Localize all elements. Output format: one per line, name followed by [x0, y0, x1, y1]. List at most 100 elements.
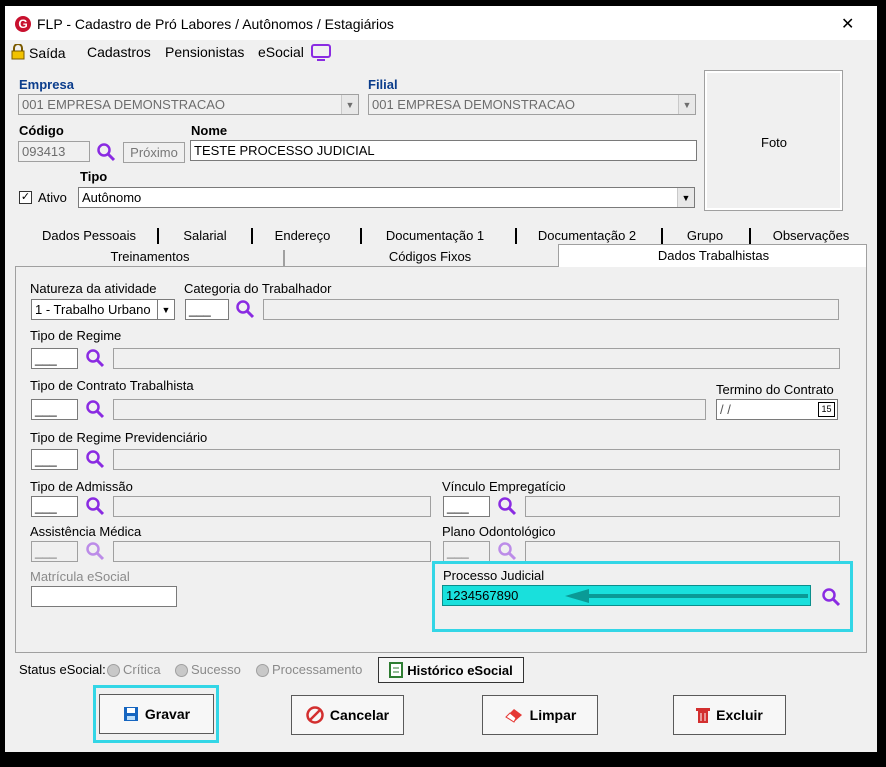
chevron-down-icon[interactable]: ▼ — [341, 95, 358, 114]
natureza-select[interactable]: 1 - Trabalho Urbano ▼ — [31, 299, 175, 320]
vinculo-code-field[interactable]: ___ — [443, 496, 490, 517]
search-icon[interactable] — [85, 399, 105, 419]
limpar-button[interactable]: Limpar — [482, 695, 598, 735]
radio-icon — [107, 664, 120, 678]
cancel-icon — [306, 706, 324, 724]
proximo-button[interactable]: Próximo — [123, 142, 185, 163]
search-icon[interactable] — [497, 541, 517, 561]
categoria-label: Categoria do Trabalhador — [184, 281, 332, 296]
arrow-left-icon — [565, 589, 808, 603]
previdenciario-label: Tipo de Regime Previdenciário — [30, 430, 208, 445]
photo-frame[interactable]: Foto — [704, 70, 843, 211]
tab-strip-2: Treinamentos Códigos Fixos Dados Trabalh… — [15, 244, 867, 269]
title-bar: G FLP - Cadastro de Pró Labores / Autôno… — [5, 6, 877, 40]
assistencia-desc-field — [113, 541, 431, 562]
filial-select[interactable]: 001 EMPRESA DEMONSTRACAO ▼ — [368, 94, 696, 115]
menu-pensionistas[interactable]: Pensionistas — [165, 44, 244, 60]
search-icon[interactable] — [85, 496, 105, 516]
odontologico-label: Plano Odontológico — [442, 524, 556, 539]
app-logo-icon: G — [15, 16, 31, 32]
tab-dados-pessoais[interactable]: Dados Pessoais — [29, 228, 149, 248]
chevron-down-icon[interactable]: ▼ — [677, 188, 694, 207]
codigo-label: Código — [19, 123, 64, 138]
tab-endereco[interactable]: Endereço — [260, 228, 345, 248]
radio-processamento[interactable]: Processamento — [256, 662, 362, 678]
tab-strip-1: Dados Pessoais Salarial Endereço Documen… — [15, 226, 867, 246]
regime-code-field[interactable]: ___ — [31, 348, 78, 369]
empresa-label: Empresa — [19, 77, 74, 92]
menu-saida[interactable]: Saída — [29, 45, 66, 61]
ativo-label: Ativo — [38, 190, 67, 205]
search-icon[interactable] — [85, 541, 105, 561]
excluir-button[interactable]: Excluir — [673, 695, 786, 735]
historico-esocial-button[interactable]: Histórico eSocial — [378, 657, 524, 683]
admissao-desc-field — [113, 496, 431, 517]
odontologico-code-field[interactable]: ___ — [443, 541, 490, 562]
close-icon[interactable]: ✕ — [841, 14, 854, 34]
codigo-field[interactable]: 093413 — [18, 141, 90, 162]
lock-icon — [11, 44, 25, 60]
menu-bar: Saída Cadastros Pensionistas eSocial — [5, 40, 877, 66]
search-icon[interactable] — [497, 496, 517, 516]
admissao-label: Tipo de Admissão — [30, 479, 133, 494]
regime-label: Tipo de Regime — [30, 328, 122, 343]
tipo-label: Tipo — [80, 169, 108, 184]
vinculo-desc-field — [525, 496, 840, 517]
tab-documentacao-1[interactable]: Documentação 1 — [375, 228, 495, 248]
previdenciario-code-field[interactable]: ___ — [31, 449, 78, 470]
contrato-code-field[interactable]: ___ — [31, 399, 78, 420]
search-icon[interactable] — [85, 449, 105, 469]
svg-text:G: G — [18, 17, 27, 31]
search-icon[interactable] — [85, 348, 105, 368]
menu-esocial[interactable]: eSocial — [258, 44, 304, 60]
chevron-down-icon[interactable]: ▼ — [157, 300, 174, 319]
foto-label: Foto — [761, 135, 788, 150]
monitor-icon[interactable] — [311, 44, 331, 62]
matricula-label: Matrícula eSocial — [30, 569, 130, 584]
eraser-icon — [504, 709, 522, 723]
menu-cadastros[interactable]: Cadastros — [87, 44, 151, 60]
tab-salarial[interactable]: Salarial — [165, 228, 245, 248]
natureza-label: Natureza da atividade — [30, 281, 157, 296]
radio-icon — [256, 664, 269, 678]
ativo-checkbox[interactable]: ✓ — [19, 191, 32, 204]
main-window: G FLP - Cadastro de Pró Labores / Autôno… — [5, 6, 877, 752]
assistencia-label: Assistência Médica — [30, 524, 142, 539]
save-icon — [123, 707, 138, 721]
regime-desc-field — [113, 348, 840, 369]
termino-label: Termino do Contrato — [716, 382, 834, 397]
tab-treinamentos[interactable]: Treinamentos — [75, 249, 225, 269]
status-label: Status eSocial: — [19, 662, 106, 677]
matricula-field[interactable] — [31, 586, 177, 607]
gravar-button[interactable]: Gravar — [99, 694, 214, 734]
tab-dados-trabalhistas-active[interactable]: Dados Trabalhistas — [558, 244, 867, 267]
empresa-select[interactable]: 001 EMPRESA DEMONSTRACAO ▼ — [18, 94, 359, 115]
previdenciario-desc-field — [113, 449, 840, 470]
categoria-desc-field — [263, 299, 839, 320]
vinculo-label: Vínculo Empregatício — [442, 479, 566, 494]
assistencia-code-field[interactable]: ___ — [31, 541, 78, 562]
admissao-code-field[interactable]: ___ — [31, 496, 78, 517]
window-title: FLP - Cadastro de Pró Labores / Autônomo… — [37, 16, 394, 32]
nome-field[interactable]: TESTE PROCESSO JUDICIAL — [190, 140, 697, 161]
chevron-down-icon[interactable]: ▼ — [678, 95, 695, 114]
cancelar-button[interactable]: Cancelar — [291, 695, 404, 735]
radio-sucesso[interactable]: Sucesso — [175, 662, 241, 678]
search-icon[interactable] — [96, 142, 116, 162]
search-icon[interactable] — [235, 299, 255, 319]
contrato-desc-field — [113, 399, 706, 420]
trash-icon — [696, 708, 711, 723]
radio-critica[interactable]: Crítica — [107, 662, 161, 678]
filial-label: Filial — [368, 77, 398, 92]
tipo-select[interactable]: Autônomo ▼ — [78, 187, 695, 208]
status-bar: Status eSocial: Crítica Sucesso Processa… — [15, 656, 867, 684]
processo-label: Processo Judicial — [443, 568, 545, 583]
nome-label: Nome — [191, 123, 228, 138]
search-icon[interactable] — [821, 587, 841, 607]
calendar-icon[interactable]: 15 — [818, 402, 835, 417]
termino-date-field[interactable]: / / 15 — [716, 399, 838, 420]
categoria-code-field[interactable]: ___ — [185, 299, 229, 320]
tab-codigos-fixos[interactable]: Códigos Fixos — [355, 249, 505, 269]
document-icon — [389, 662, 404, 678]
radio-icon — [175, 664, 188, 678]
